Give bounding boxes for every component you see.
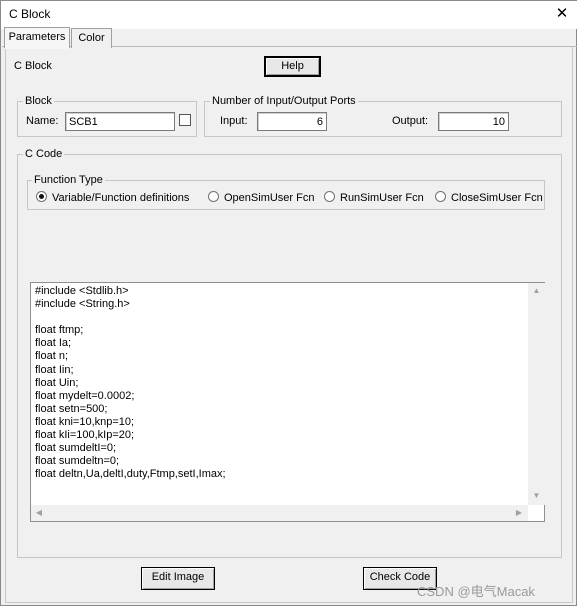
code-editor[interactable]: #include <Stdlib.h> #include <String.h> … — [30, 282, 545, 522]
radio-closesimuser-fcn[interactable] — [435, 191, 446, 202]
radio-label-variable-function-definitions: Variable/Function definitions — [52, 192, 190, 204]
radio-variable-function-definitions[interactable] — [36, 191, 47, 202]
block-type-label: C Block — [14, 60, 52, 72]
radio-opensimuser-fcn[interactable] — [208, 191, 219, 202]
ports-group-legend: Number of Input/Output Ports — [210, 95, 358, 107]
block-group-legend: Block — [23, 95, 54, 107]
scroll-up-icon[interactable]: ▲ — [528, 286, 545, 295]
scroll-left-icon[interactable]: ◀ — [33, 508, 45, 517]
title-bar: C Block ✕ — [1, 1, 577, 29]
close-icon[interactable]: ✕ — [549, 3, 575, 25]
radio-runsimuser-fcn[interactable] — [324, 191, 335, 202]
name-field[interactable] — [65, 112, 175, 131]
code-text[interactable]: #include <Stdlib.h> #include <String.h> … — [35, 285, 525, 505]
vertical-scrollbar[interactable]: ▲ ▼ — [528, 283, 545, 505]
input-ports-field[interactable] — [257, 112, 327, 131]
radio-label-runsimuser-fcn: RunSimUser Fcn — [340, 192, 424, 204]
c-block-dialog: C Block ✕ Parameters Color C Block Help … — [0, 0, 577, 606]
scroll-right-icon[interactable]: ▶ — [513, 508, 525, 517]
edit-image-button[interactable]: Edit Image — [141, 567, 215, 590]
output-label: Output: — [392, 115, 429, 127]
c-code-legend: C Code — [23, 148, 65, 160]
name-label: Name: — [26, 115, 59, 127]
help-button[interactable]: Help — [264, 56, 321, 77]
radio-label-closesimuser-fcn: CloseSimUser Fcn — [451, 192, 543, 204]
window-title: C Block — [9, 7, 51, 21]
horizontal-scrollbar[interactable]: ◀ ▶ — [31, 505, 528, 521]
tab-parameters[interactable]: Parameters — [4, 27, 70, 49]
radio-label-opensimuser-fcn: OpenSimUser Fcn — [224, 192, 315, 204]
tab-color[interactable]: Color — [71, 28, 112, 48]
name-checkbox[interactable] — [179, 114, 191, 126]
function-type-legend: Function Type — [32, 174, 105, 186]
input-label: Input: — [220, 115, 248, 127]
output-ports-field[interactable] — [438, 112, 509, 131]
watermark-text: CSDN @电气Macak — [417, 584, 535, 599]
scroll-down-icon[interactable]: ▼ — [528, 491, 545, 500]
